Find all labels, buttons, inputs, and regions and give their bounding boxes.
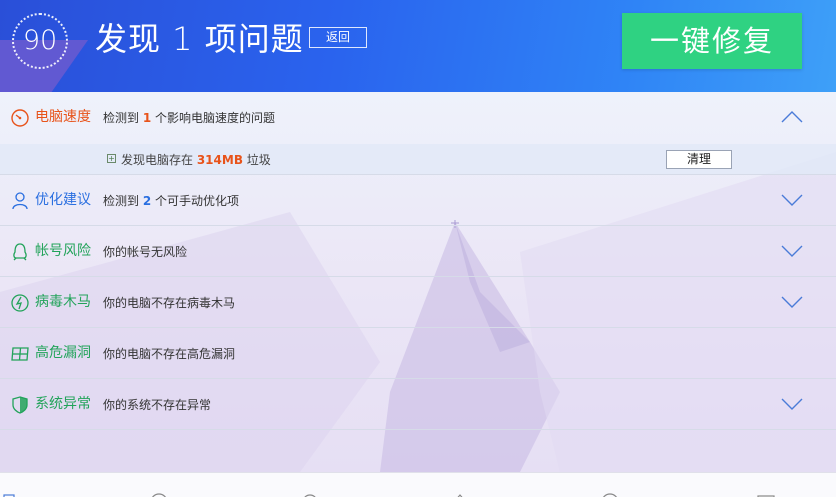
penguin-icon bbox=[13, 243, 27, 261]
one-click-fix-button[interactable]: 一键修复 bbox=[622, 13, 802, 69]
category-description: 检测到 1 个影响电脑速度的问题 bbox=[103, 111, 276, 125]
junk-file-item: + 发现电脑存在 314MB 垃圾 清理 bbox=[0, 144, 836, 175]
grid-icon bbox=[11, 347, 29, 361]
category-description: 你的电脑不存在病毒木马 bbox=[103, 296, 236, 310]
category-description: 你的帐号无风险 bbox=[103, 245, 188, 259]
chevron-down-icon[interactable] bbox=[780, 242, 804, 260]
category-label: 电脑速度 bbox=[35, 109, 91, 125]
results-panel: 电脑速度 检测到 1 个影响电脑速度的问题 + 发现电脑存在 314MB 垃圾 … bbox=[0, 92, 836, 472]
clean-button[interactable]: 清理 bbox=[666, 150, 732, 169]
header: 90 发现 1 项问题 返回 一键修复 bbox=[0, 0, 836, 92]
toolbar-icon[interactable] bbox=[2, 492, 26, 497]
toolbar-icon[interactable] bbox=[598, 492, 622, 497]
category-description: 你的电脑不存在高危漏洞 bbox=[103, 347, 236, 361]
category-label: 优化建议 bbox=[35, 192, 91, 208]
category-label: 系统异常 bbox=[35, 396, 91, 412]
category-description: 你的系统不存在异常 bbox=[103, 398, 212, 412]
toolbar-icon[interactable] bbox=[754, 492, 778, 497]
chevron-down-icon[interactable] bbox=[780, 191, 804, 209]
category-label: 帐号风险 bbox=[35, 243, 91, 259]
chevron-down-icon[interactable] bbox=[780, 293, 804, 311]
category-row-optimize[interactable]: 优化建议 检测到 2 个可手动优化项 bbox=[0, 175, 836, 226]
category-label: 病毒木马 bbox=[35, 294, 91, 310]
chevron-down-icon[interactable] bbox=[780, 395, 804, 413]
category-row-speed[interactable]: 电脑速度 检测到 1 个影响电脑速度的问题 + 发现电脑存在 314MB 垃圾 … bbox=[0, 92, 836, 175]
toolbar-icon[interactable] bbox=[147, 492, 171, 497]
lightning-shield-icon bbox=[11, 294, 29, 312]
category-row-system[interactable]: 系统异常 你的系统不存在异常 bbox=[0, 379, 836, 430]
speedometer-icon bbox=[11, 109, 29, 127]
category-row-virus[interactable]: 病毒木马 你的电脑不存在病毒木马 bbox=[0, 277, 836, 328]
toolbar-icon[interactable] bbox=[448, 492, 472, 497]
category-description: 检测到 2 个可手动优化项 bbox=[103, 194, 240, 208]
expand-plus-icon[interactable]: + bbox=[107, 154, 116, 163]
shield-icon bbox=[12, 396, 28, 414]
score-badge: 90 bbox=[12, 13, 68, 69]
category-row-account[interactable]: 帐号风险 你的帐号无风险 bbox=[0, 226, 836, 277]
bottom-toolbar bbox=[0, 472, 836, 497]
category-label: 高危漏洞 bbox=[35, 345, 91, 361]
category-row-vulnerability[interactable]: 高危漏洞 你的电脑不存在高危漏洞 bbox=[0, 328, 836, 379]
page-title: 发现 1 项问题 bbox=[95, 20, 304, 58]
toolbar-icon[interactable] bbox=[298, 492, 322, 497]
person-icon bbox=[12, 192, 28, 210]
junk-file-text: 发现电脑存在 314MB 垃圾 bbox=[121, 153, 271, 167]
back-button[interactable]: 返回 bbox=[309, 27, 367, 48]
chevron-up-icon[interactable] bbox=[780, 108, 804, 126]
